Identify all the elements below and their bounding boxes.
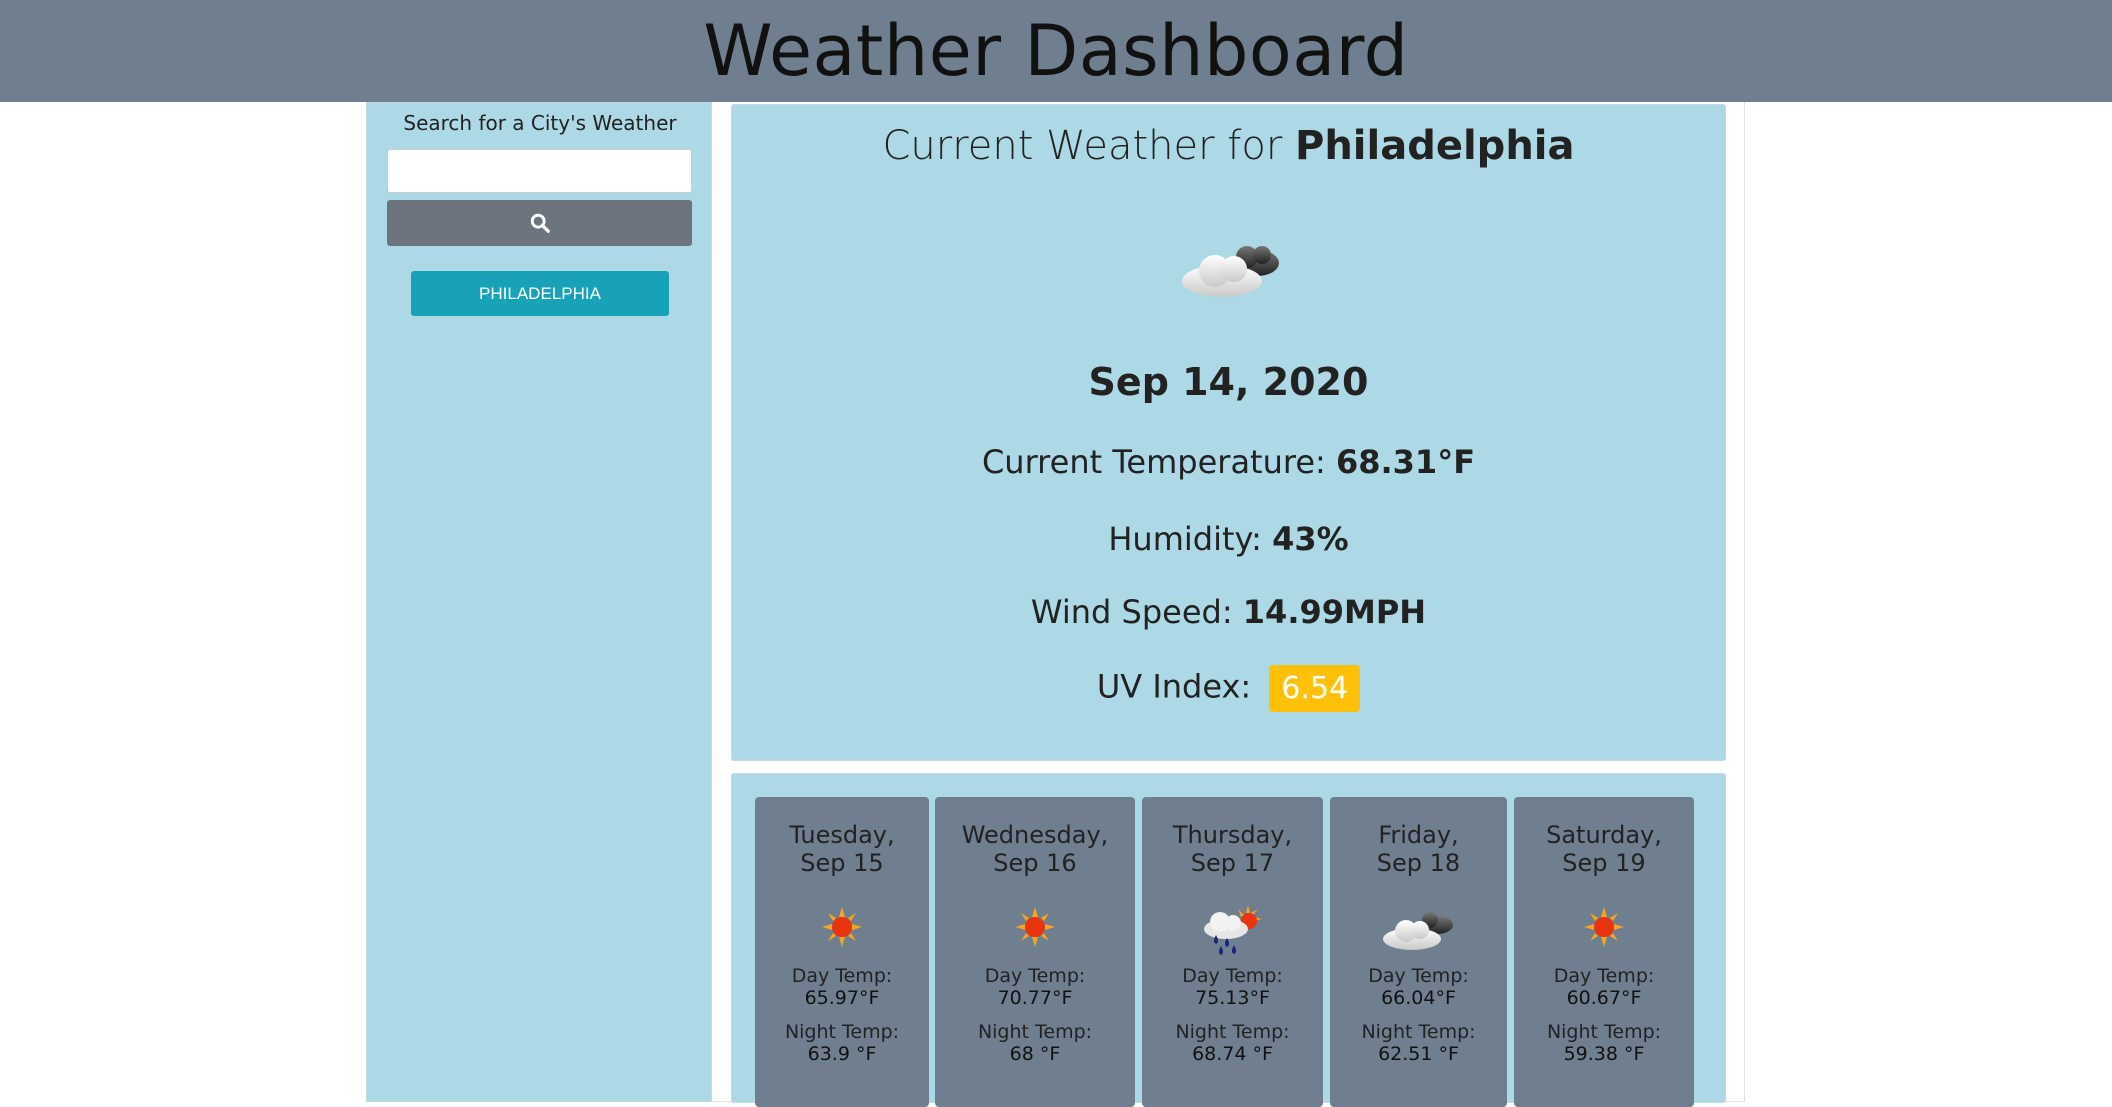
night-temp-label: Night Temp: [1361,1021,1476,1043]
cloudy-icon [1177,235,1287,305]
header-bar: Weather Dashboard [0,0,2112,102]
forecast-date: Sep 15 [800,849,884,877]
current-temperature: Current Temperature: 68.31°F [732,443,1725,481]
wind-label: Wind Speed: [1030,593,1243,631]
day-temp-value: 65.97°F [804,987,880,1009]
uv-index-badge: 6.54 [1269,665,1361,712]
current-uv: UV Index: 6.54 [732,665,1725,712]
current-date: Sep 14, 2020 [1088,360,1369,404]
forecast-day: Thursday, Sep 17 [1142,821,1323,877]
night-temp-value: 63.9 °F [807,1043,877,1065]
forecast-date: Sep 18 [1376,849,1461,877]
forecast-day: Friday, Sep 18 [1330,821,1507,877]
search-icon [530,213,550,233]
current-weather-title: Current Weather for Philadelphia [732,123,1725,169]
day-temp-value: 66.04°F [1381,987,1456,1009]
city-search-input[interactable] [387,149,692,193]
forecast-card: Thursday, Sep 17 Day Temp: 75.13°F Night … [1142,797,1323,1107]
day-temp-label: Day Temp: [984,965,1086,987]
forecast-date: Sep 17 [1190,849,1275,877]
current-wind: Wind Speed: 14.99MPH [732,593,1725,631]
night-temp-value: 59.38 °F [1563,1043,1645,1065]
sun-icon [755,905,929,965]
forecast-card: Friday, Sep 18 Day Temp: 66.04°F Night Te… [1330,797,1507,1107]
forecast-day: Wednesday, Sep 16 [935,821,1135,877]
history-city-button[interactable]: PHILADELPHIA [411,271,669,316]
day-temp-label: Day Temp: [1182,965,1283,987]
forecast-weekday: Thursday, [1172,821,1293,849]
humidity-label: Humidity: [1108,520,1273,558]
current-title-prefix: Current Weather for [882,123,1295,169]
day-temp-label: Day Temp: [1368,965,1469,987]
rain-sun-icon [1142,905,1323,965]
current-city-name: Philadelphia [1295,123,1575,169]
night-temp-value: 68.74 °F [1192,1043,1273,1065]
day-temp-label: Day Temp: [791,965,893,987]
day-temp-value: 70.77°F [997,987,1073,1009]
temperature-label: Current Temperature: [981,443,1336,481]
forecast-weekday: Saturday, [1546,821,1662,849]
search-button[interactable] [387,200,692,246]
forecast-day: Tuesday, Sep 15 [755,821,929,877]
forecast-date: Sep 19 [1562,849,1646,877]
search-label: Search for a City's Weather [403,111,677,135]
night-temp-label: Night Temp: [784,1021,900,1043]
forecast-card: Wednesday, Sep 16 Day Temp: 70.77°F Night… [935,797,1135,1107]
cloudy-icon [1330,905,1507,965]
current-weather-panel: Current Weather for Philadelphia Sep 14,… [731,104,1726,761]
day-temp-value: 75.13°F [1195,987,1270,1009]
forecast-card: Tuesday, Sep 15 Day Temp: 65.97°F Night T… [755,797,929,1107]
forecast-weekday: Tuesday, [789,821,895,849]
day-temp-label: Day Temp: [1553,965,1655,987]
page-title: Weather Dashboard [703,10,1409,92]
uv-label: UV Index: [1096,667,1262,706]
night-temp-value: 62.51 °F [1378,1043,1459,1065]
wind-value: 14.99MPH [1242,593,1427,631]
forecast-card: Saturday, Sep 19 Day Temp: 60.67°F Night … [1514,797,1694,1107]
day-temp-value: 60.67°F [1566,987,1642,1009]
night-temp-label: Night Temp: [1546,1021,1662,1043]
forecast-day: Saturday, Sep 19 [1514,821,1694,877]
temperature-value: 68.31°F [1335,443,1476,481]
forecast-date: Sep 16 [993,849,1077,877]
night-temp-label: Night Temp: [1175,1021,1290,1043]
night-temp-value: 68 °F [1009,1043,1061,1065]
search-sidebar: Search for a City's Weather PHILADELPHIA [366,102,712,1102]
night-temp-label: Night Temp: [977,1021,1093,1043]
humidity-value: 43% [1272,520,1349,558]
forecast-weekday: Wednesday, [961,821,1109,849]
current-humidity: Humidity: 43% [732,520,1725,558]
forecast-weekday: Friday, [1378,821,1459,849]
sun-icon [935,905,1135,965]
sun-icon [1514,905,1694,965]
